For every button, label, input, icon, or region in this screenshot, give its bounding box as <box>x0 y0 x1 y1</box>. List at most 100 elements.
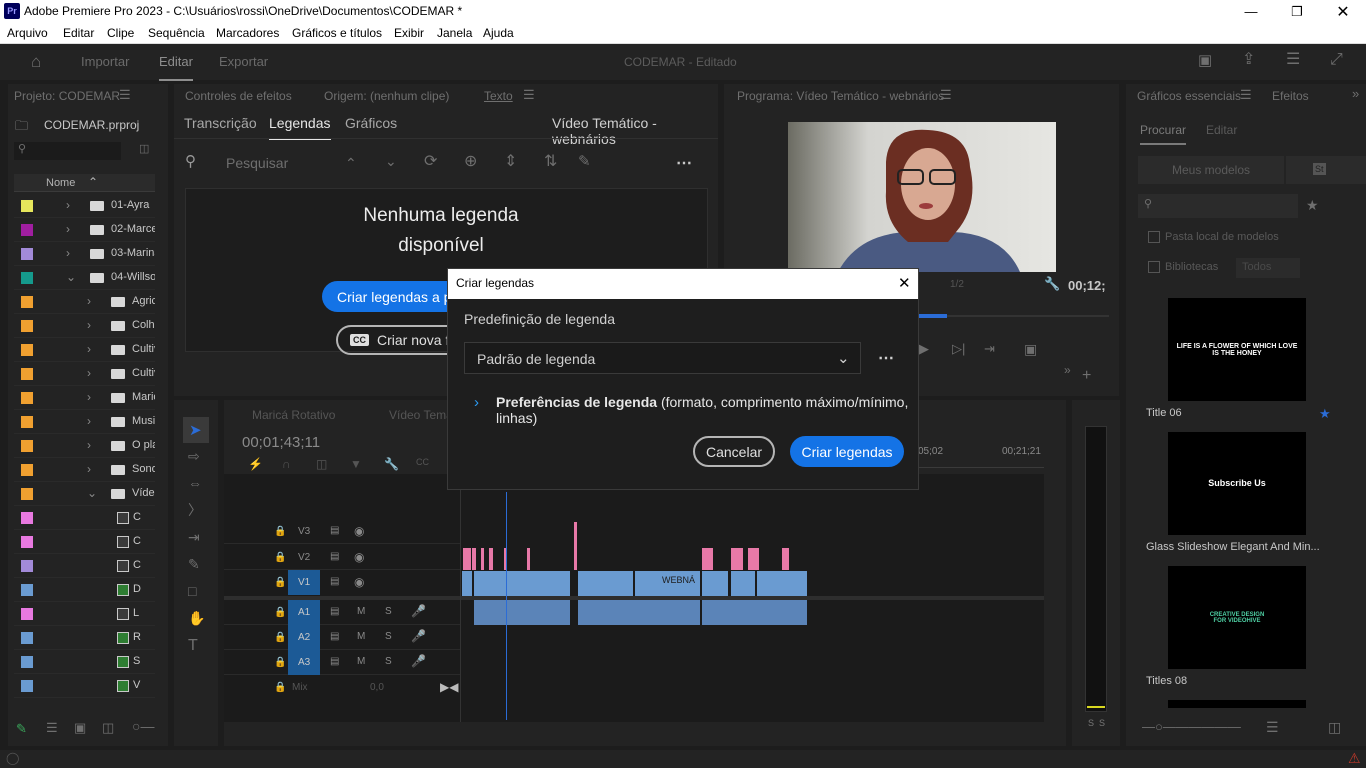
menu-graficos[interactable]: Gráficos e títulos <box>292 26 382 40</box>
dialog-close-icon[interactable]: ✕ <box>898 274 911 292</box>
caption-clip[interactable] <box>472 548 476 570</box>
label-color-swatch[interactable] <box>21 344 33 356</box>
new-layer-icon[interactable]: ◫ <box>1328 720 1341 734</box>
caption-clip[interactable] <box>748 548 759 570</box>
chevron-right-icon[interactable]: › <box>87 390 91 404</box>
solo-button[interactable]: S <box>385 606 392 617</box>
template-thumb-2[interactable]: Subscribe Us <box>1168 432 1306 535</box>
tab-importar[interactable]: Importar <box>81 54 129 69</box>
chevron-right-icon[interactable]: › <box>87 438 91 452</box>
audio-clip[interactable] <box>702 600 752 625</box>
label-color-swatch[interactable] <box>21 584 33 596</box>
lock-icon[interactable]: 🔒 <box>274 632 286 643</box>
menu-sequencia[interactable]: Sequência <box>148 26 205 40</box>
caption-clip[interactable] <box>463 548 471 570</box>
label-color-swatch[interactable] <box>21 488 33 500</box>
lock-icon[interactable]: 🔒 <box>274 607 286 618</box>
solo-button[interactable]: S <box>385 656 392 667</box>
project-item[interactable]: L <box>14 602 155 626</box>
mic-icon[interactable]: 🎤 <box>411 654 426 668</box>
label-color-swatch[interactable] <box>21 464 33 476</box>
preferences-toggle[interactable]: Preferências de legenda (formato, compri… <box>496 394 916 426</box>
lock-icon[interactable]: 🔒 <box>274 526 286 537</box>
project-item[interactable]: › 02-Marce <box>14 218 155 242</box>
label-color-swatch[interactable] <box>21 440 33 452</box>
project-item[interactable]: R <box>14 626 155 650</box>
template-thumb-1[interactable]: LIFE IS A FLOWER OF WHICH LOVE IS THE HO… <box>1168 298 1306 401</box>
sync-icon[interactable]: ▤ <box>330 551 339 562</box>
audio-clip[interactable] <box>752 600 807 625</box>
tab-editar[interactable]: Editar <box>159 54 193 81</box>
tab-texto[interactable]: Texto <box>484 89 513 103</box>
more-icon[interactable]: ⋯ <box>676 153 692 173</box>
warning-icon[interactable]: ⚠ <box>1348 750 1361 767</box>
close-window-button[interactable]: ✕ <box>1320 0 1366 23</box>
sync-icon[interactable]: ▤ <box>330 606 339 617</box>
label-color-swatch[interactable] <box>21 368 33 380</box>
sync-icon[interactable]: ▤ <box>330 576 339 587</box>
snap-icon[interactable]: ∩ <box>282 457 291 471</box>
menu-ajuda[interactable]: Ajuda <box>483 26 514 40</box>
tab-effect-controls[interactable]: Controles de efeitos <box>185 89 292 103</box>
video-clip-webna[interactable]: WEBNÁ <box>644 571 700 596</box>
timeline-tab-2[interactable]: Vídeo Temá <box>389 408 453 422</box>
minimize-button[interactable]: — <box>1228 0 1274 23</box>
project-item[interactable]: ⌄ Vídeo <box>14 482 155 506</box>
preset-select[interactable]: Padrão de legenda ⌄ <box>464 342 861 374</box>
project-item[interactable]: › Cultiv <box>14 362 155 386</box>
template-thumb-4[interactable] <box>1168 700 1306 708</box>
razor-tool-icon[interactable]: 〉 <box>188 503 202 517</box>
split-icon[interactable]: ⇕ <box>504 154 517 170</box>
panel-menu-icon[interactable]: ☰ <box>940 88 952 101</box>
progress-icon[interactable]: ☰ <box>1286 52 1300 68</box>
zoom-select[interactable]: 1/2 <box>950 279 964 290</box>
label-color-swatch[interactable] <box>21 560 33 572</box>
star-filter-icon[interactable]: ★ <box>1306 198 1319 212</box>
freeform-view-icon[interactable]: ◫ <box>102 721 114 734</box>
add-button-icon[interactable]: + <box>1082 368 1091 384</box>
mic-icon[interactable]: 🎤 <box>411 604 426 618</box>
label-color-swatch[interactable] <box>21 200 33 212</box>
expand-icon[interactable]: » <box>1352 87 1359 100</box>
audio-clip[interactable] <box>474 600 570 625</box>
refresh-icon[interactable]: ⟳ <box>424 154 437 170</box>
lock-icon[interactable]: 🔒 <box>274 577 286 588</box>
menu-arquivo[interactable]: Arquivo <box>7 26 48 40</box>
libraries-select[interactable]: Todos <box>1236 258 1300 278</box>
project-item[interactable]: ⌄ 04-Willso <box>14 266 155 290</box>
label-color-swatch[interactable] <box>21 296 33 308</box>
home-icon[interactable]: ⌂ <box>31 53 41 70</box>
cancel-button[interactable]: Cancelar <box>693 436 775 467</box>
caption-search-input[interactable]: Pesquisar <box>226 155 288 171</box>
label-color-swatch[interactable] <box>21 248 33 260</box>
caption-clip[interactable] <box>481 548 484 570</box>
solo-left[interactable]: S <box>1088 718 1094 728</box>
project-item[interactable]: › Agric <box>14 290 155 314</box>
mute-button[interactable]: M <box>357 631 365 642</box>
template-thumb-3[interactable]: CREATIVE DESIGN FOR VIDEOHIVE <box>1168 566 1306 669</box>
edit-icon[interactable]: ✎ <box>578 154 591 169</box>
chevron-right-icon[interactable]: › <box>474 394 479 411</box>
label-color-swatch[interactable] <box>21 608 33 620</box>
eye-icon[interactable]: ◉ <box>354 575 364 589</box>
menu-janela[interactable]: Janela <box>437 26 472 40</box>
next-icon[interactable]: ⌄ <box>385 154 397 168</box>
video-clip[interactable] <box>757 571 807 596</box>
panel-menu-icon[interactable]: ☰ <box>523 88 535 101</box>
tab-exportar[interactable]: Exportar <box>219 54 268 69</box>
audio-clip[interactable] <box>578 600 700 625</box>
export-frame-icon[interactable]: ▣ <box>1024 342 1037 356</box>
project-item[interactable]: › O pla <box>14 434 155 458</box>
caption-clip[interactable] <box>489 548 493 570</box>
icon-view-icon[interactable]: ▣ <box>74 721 86 734</box>
video-clip[interactable] <box>462 571 472 596</box>
project-item[interactable]: D <box>14 578 155 602</box>
lock-icon[interactable]: 🔒 <box>274 552 286 563</box>
expand-icon[interactable]: » <box>1064 364 1071 376</box>
pencil-icon[interactable]: ✎ <box>16 721 27 737</box>
label-color-swatch[interactable] <box>21 536 33 548</box>
linked-icon[interactable]: ◫ <box>316 457 327 471</box>
project-search-input[interactable] <box>14 142 121 160</box>
project-item[interactable]: › 01-Ayra <box>14 194 155 218</box>
project-item[interactable]: V <box>14 674 155 698</box>
